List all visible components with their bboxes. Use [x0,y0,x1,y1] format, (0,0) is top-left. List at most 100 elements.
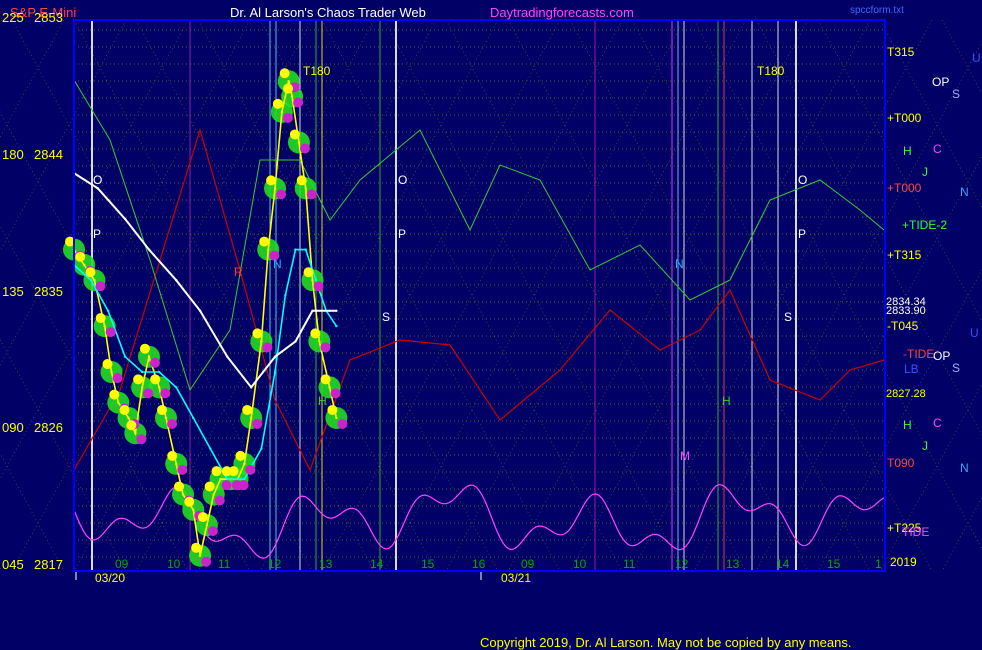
price-low-dot [214,495,225,506]
price-low-dot [112,373,123,384]
series-point-0 [219,477,222,481]
price-high-dot [303,267,314,278]
price-high-dot [242,404,253,415]
price-low-dot [245,464,256,475]
price-low-dot [136,434,147,445]
x-hour-tick: 12 [268,557,282,571]
y-angle-label: 180 [2,147,24,162]
planet-letter: H [903,144,912,158]
annotation-h: H [722,394,731,408]
planet-letter: U [972,51,981,65]
planet-letter: S [952,361,960,375]
price-low-dot [143,388,154,399]
planet-letter: C [933,142,942,156]
price-high-dot [197,512,208,523]
y-angle-label: 225 [2,10,24,25]
series-point-2 [226,355,229,358]
price-high-dot [102,359,113,370]
price-high-dot [119,404,130,415]
series-point-0 [243,462,246,466]
price-low-dot [306,189,317,200]
right-label: -T045 [887,319,919,333]
right-label: +T000 [887,181,922,195]
annotation-s: S [382,310,390,324]
price-low-dot [167,418,178,429]
series-point-2 [311,309,314,313]
copyright-notice: Copyright 2019, Dr. Al Larson. May not b… [480,635,851,650]
annotation-t180: T180 [757,64,785,78]
price-low-dot [201,556,212,567]
y-price-label: 2844 [34,147,63,162]
price-high-dot [252,328,263,339]
annotation-n: N [675,257,684,271]
series-point-0 [198,554,202,557]
price-high-dot [279,68,290,79]
price-low-dot [313,281,324,292]
annotation-o: O [398,173,407,187]
price-low-dot [262,342,273,353]
right-label: -TIDE [903,347,934,361]
series-point-1 [175,386,178,389]
annotation-t180: T180 [303,64,331,78]
price-low-dot [299,143,310,154]
annotation-m: M [680,449,690,463]
price-low-dot [105,327,116,338]
series-point-0 [260,340,263,343]
price-high-dot [167,450,178,461]
price-high-dot [150,374,161,385]
price-high-dot [133,374,144,385]
series-point-0 [103,324,106,328]
planet-letter: N [960,185,969,199]
series-point-0 [290,95,294,98]
x-hour-tick: 10 [573,557,587,571]
series-point-1 [106,309,110,313]
price-high-dot [75,251,86,262]
price-high-dot [228,466,239,477]
planet-letter: OP [932,75,949,89]
x-hour-tick: 09 [521,557,535,571]
series-point-0 [249,416,253,420]
annotation-o: O [93,173,102,187]
price-high-dot [310,328,321,339]
price-high-dot [327,404,338,415]
x-hour-tick: 10 [167,557,181,571]
series-point-0 [175,462,178,466]
series-point-1 [140,370,144,374]
planet-letter: LB [904,362,919,376]
planet-letter: H [903,418,912,432]
series-point-0 [311,278,314,282]
price-low-dot [149,357,160,368]
price-low-dot [207,526,218,537]
y-price-label: 2817 [34,557,63,572]
x-hour-tick: 11 [218,557,231,571]
price-high-dot [320,374,331,385]
series-point-0 [117,401,120,404]
series-point-2 [123,217,127,221]
price-low-dot [293,97,304,108]
planet-letter: J [922,439,928,453]
y-angle-label: 045 [2,557,24,572]
price-high-dot [184,496,195,507]
series-point-0 [280,110,284,114]
series-point-1 [123,355,127,358]
price-high-dot [211,466,222,477]
background [0,0,982,650]
price-low-dot [252,418,263,429]
right-label: 2827.28 [886,388,926,400]
series-point-0 [192,508,195,511]
price-high-dot [235,450,246,461]
price-high-dot [85,267,96,278]
annotation-h: H [318,394,327,408]
series-point-1 [89,278,93,282]
right-label: +TIDE-2 [902,218,947,232]
price-high-dot [204,481,215,492]
price-high-dot [139,343,150,354]
series-point-1 [273,370,277,374]
x-hour-tick: 09 [115,557,129,571]
series-point-0 [273,187,277,190]
annotation-p: P [398,227,406,241]
site-link[interactable]: Daytradingforecasts.com [490,5,634,20]
price-high-dot [174,481,185,492]
price-high-dot [191,542,202,553]
x-hour-tick: 13 [319,557,333,571]
